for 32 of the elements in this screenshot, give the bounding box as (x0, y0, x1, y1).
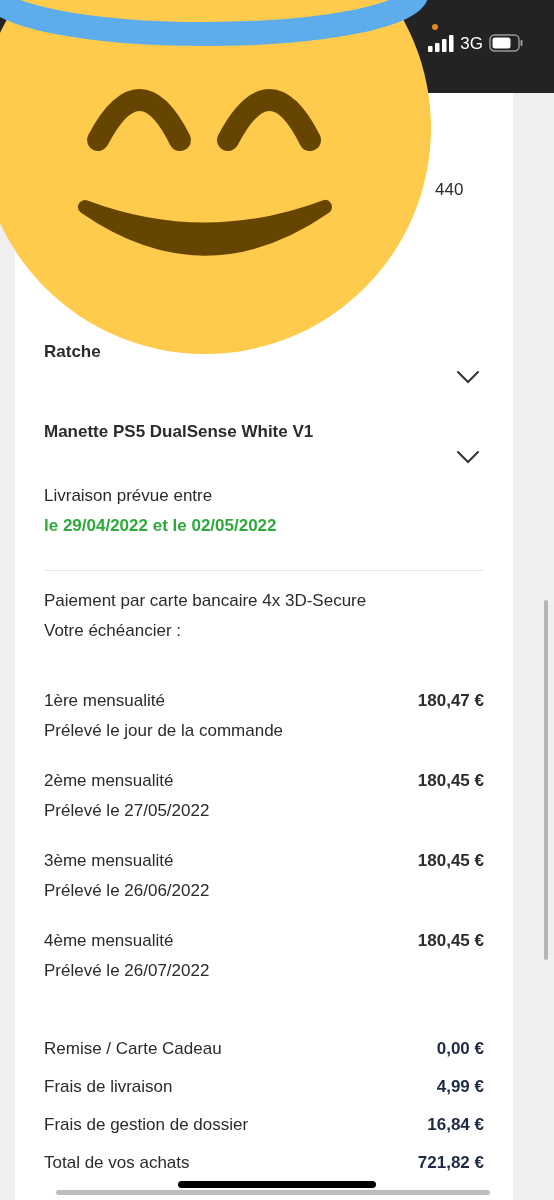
chevron-down-icon[interactable] (456, 370, 480, 384)
delivery-dates: le 29/04/2022 et le 02/05/2022 (44, 515, 277, 537)
summary-value: 0,00 € (436, 1038, 484, 1060)
delivery-label: Livraison prévue entre (44, 485, 213, 507)
installment-amount: 180,45 € (417, 770, 484, 792)
summary-value: 4,99 € (436, 1076, 484, 1098)
signal-icon (428, 34, 455, 52)
network-label: 3G (460, 34, 483, 52)
summary-label: Total de vos achats (44, 1152, 190, 1174)
installment-amount: 180,45 € (417, 850, 484, 872)
installment-title: 1ère mensualité (44, 690, 165, 712)
summary-label: Frais de livraison (44, 1076, 173, 1098)
installment-amount: 180,45 € (417, 930, 484, 952)
summary-label: Remise / Carte Cadeau (44, 1038, 222, 1060)
installment-date: Prélevé le jour de la commande (44, 721, 284, 740)
summary-label: Frais de gestion de dossier (44, 1114, 249, 1136)
installment-date: Prélevé le 26/06/2022 (44, 881, 210, 900)
installment-amount: 180,47 € (417, 690, 484, 712)
battery-icon (489, 34, 524, 52)
installment-title: 3ème mensualité (44, 850, 174, 872)
schedule-label: Votre échéancier : (44, 620, 182, 642)
installment-date: Prélevé le 27/05/2022 (44, 801, 210, 820)
address-text: 440 (435, 180, 464, 199)
installment-title: 2ème mensualité (44, 770, 174, 792)
product-name: Manette PS5 DualSense White V1 (44, 422, 314, 441)
installment-date: Prélevé le 26/07/2022 (44, 961, 210, 980)
installment-title: 4ème mensualité (44, 930, 174, 952)
product-name: Ratche (44, 342, 101, 361)
summary-value: 16,84 € (427, 1114, 484, 1136)
chevron-down-icon[interactable] (456, 450, 480, 464)
summary-value: 721,82 € (417, 1152, 484, 1174)
payment-method: Paiement par carte bancaire 4x 3D-Secure (44, 590, 367, 612)
